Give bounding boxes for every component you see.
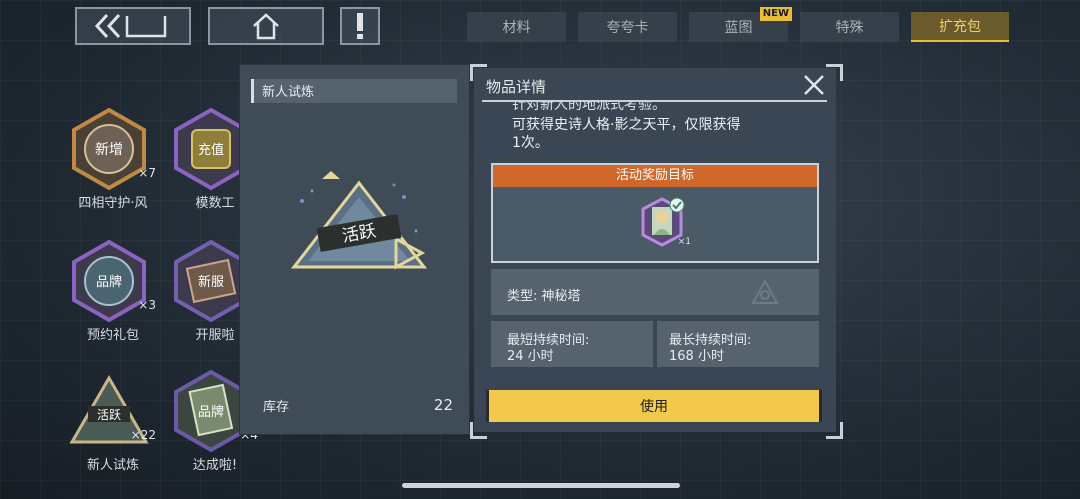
- item-preview-panel: 新人试炼 活跃 库存 22: [240, 65, 469, 434]
- min-duration-value: 24 小时: [507, 349, 554, 364]
- alert-button[interactable]: [340, 7, 380, 45]
- svg-text:活跃: 活跃: [97, 408, 121, 422]
- home-icon: [253, 13, 279, 40]
- item-name: 预约礼包: [86, 328, 139, 343]
- inventory-item[interactable]: 品牌 ×3 预约礼包: [58, 232, 168, 352]
- max-duration-field: 最长持续时间: 168 小时: [657, 321, 819, 367]
- item-count: ×3: [138, 298, 156, 312]
- description-partial: 针对新人的地派式考验。: [512, 102, 666, 112]
- corner-bottom-left: [470, 422, 487, 439]
- desc-clip: 针对新人的地派式考验。: [474, 102, 836, 112]
- item-count: ×22: [130, 428, 156, 442]
- tower-icon: [751, 279, 779, 304]
- item-detail-panel: 物品详情 针对新人的地派式考验。 可获得史诗人格·影之天平，仅限获得 1次。 活…: [474, 68, 836, 432]
- corner-top-right: [826, 64, 843, 81]
- tab-expansion-pack[interactable]: 扩充包: [911, 12, 1009, 42]
- min-duration-field: 最短持续时间: 24 小时: [491, 321, 653, 367]
- type-field: 类型: 神秘塔: [491, 269, 819, 315]
- detail-title: 物品详情: [486, 78, 547, 96]
- tab-label: 扩充包: [939, 19, 981, 35]
- inventory-item[interactable]: 活跃 ×22 新人试炼: [58, 362, 168, 482]
- item-count: ×7: [138, 166, 156, 180]
- svg-text:新服: 新服: [198, 274, 224, 290]
- type-text: 类型: 神秘塔: [507, 289, 581, 304]
- tab-special[interactable]: 特殊: [800, 12, 899, 42]
- reward-item[interactable]: ×1: [639, 195, 691, 251]
- tab-label: 材料: [502, 20, 531, 36]
- use-button-label: 使用: [640, 399, 668, 415]
- active-emblem-icon: 活跃: [290, 171, 428, 270]
- close-icon: [804, 75, 824, 95]
- item-name: 达成啦!: [192, 458, 238, 473]
- tab-label: 夸夸卡: [606, 20, 649, 36]
- tab-label: 蓝图: [724, 20, 753, 36]
- item-name: 新人试炼: [86, 458, 139, 473]
- home-button[interactable]: [208, 7, 324, 45]
- reward-count: ×1: [677, 237, 691, 247]
- corner-top-left: [470, 64, 487, 81]
- back-button[interactable]: [75, 7, 191, 45]
- item-name: 四相守护·风: [78, 196, 148, 211]
- home-indicator[interactable]: [402, 483, 680, 488]
- tab-praise-card[interactable]: 夸夸卡: [578, 12, 677, 42]
- new-badge: NEW: [759, 7, 792, 21]
- preview-title: 新人试炼: [262, 85, 315, 100]
- stock-label: 库存: [263, 400, 290, 415]
- description-line2: 1次。: [512, 135, 549, 151]
- use-button[interactable]: 使用: [486, 390, 822, 422]
- svg-text:新增: 新增: [95, 142, 123, 158]
- corner-bottom-right: [826, 422, 843, 439]
- close-button[interactable]: [801, 72, 827, 98]
- svg-text:充值: 充值: [198, 142, 224, 158]
- svg-text:品牌: 品牌: [198, 404, 224, 420]
- checkmark-icon: [669, 197, 685, 213]
- preview-title-bar: 新人试炼: [251, 79, 457, 103]
- stock-value: 22: [433, 396, 453, 414]
- reward-header: 活动奖励目标: [493, 165, 817, 187]
- description-line1: 可获得史诗人格·影之天平，仅限获得: [512, 117, 741, 133]
- inventory-item[interactable]: 新增 ×7 四相守护·风: [58, 100, 168, 220]
- svg-text:品牌: 品牌: [96, 274, 122, 290]
- back-arrow-icon: [94, 13, 167, 39]
- exclamation-icon: [357, 13, 363, 39]
- tab-label: 特殊: [835, 20, 864, 36]
- tab-blueprint[interactable]: 蓝图 NEW: [689, 7, 792, 42]
- max-duration-value: 168 小时: [669, 349, 724, 364]
- reward-box: 活动奖励目标 ×1: [491, 163, 819, 263]
- tab-materials[interactable]: 材料: [467, 12, 566, 42]
